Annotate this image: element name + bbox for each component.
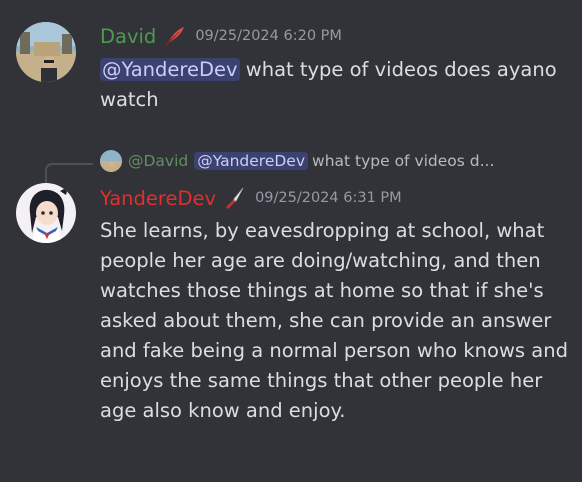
username[interactable]: YandereDev: [100, 187, 216, 210]
avatar-david[interactable]: [16, 22, 76, 82]
message-header: YandereDev 09/25/2024 6:31 PM: [100, 186, 402, 210]
message-content: She learns, by eavesdropping at school, …: [100, 216, 570, 426]
user-mention[interactable]: @YandereDev: [100, 58, 240, 81]
avatar-image: [16, 183, 76, 243]
reply-username[interactable]: @David: [128, 152, 188, 170]
knife-icon: [223, 186, 247, 210]
feather-icon: [163, 24, 187, 48]
reply-preview: what type of videos d...: [312, 152, 495, 170]
message-header: David 09/25/2024 6:20 PM: [100, 24, 342, 48]
timestamp: 09/25/2024 6:31 PM: [255, 190, 402, 206]
timestamp: 09/25/2024 6:20 PM: [195, 28, 342, 44]
reply-mention[interactable]: @YandereDev: [194, 152, 309, 170]
reply-reference[interactable]: @David @YandereDev what type of videos d…: [100, 150, 494, 172]
avatar-yanderedev[interactable]: [16, 183, 76, 243]
reply-avatar: [100, 150, 122, 172]
avatar-image: [16, 22, 76, 82]
message-text: She learns, by eavesdropping at school, …: [100, 219, 568, 422]
reply-connector: [45, 163, 93, 183]
message-content: @YandereDev what type of videos does aya…: [100, 55, 570, 115]
username[interactable]: David: [100, 25, 156, 48]
